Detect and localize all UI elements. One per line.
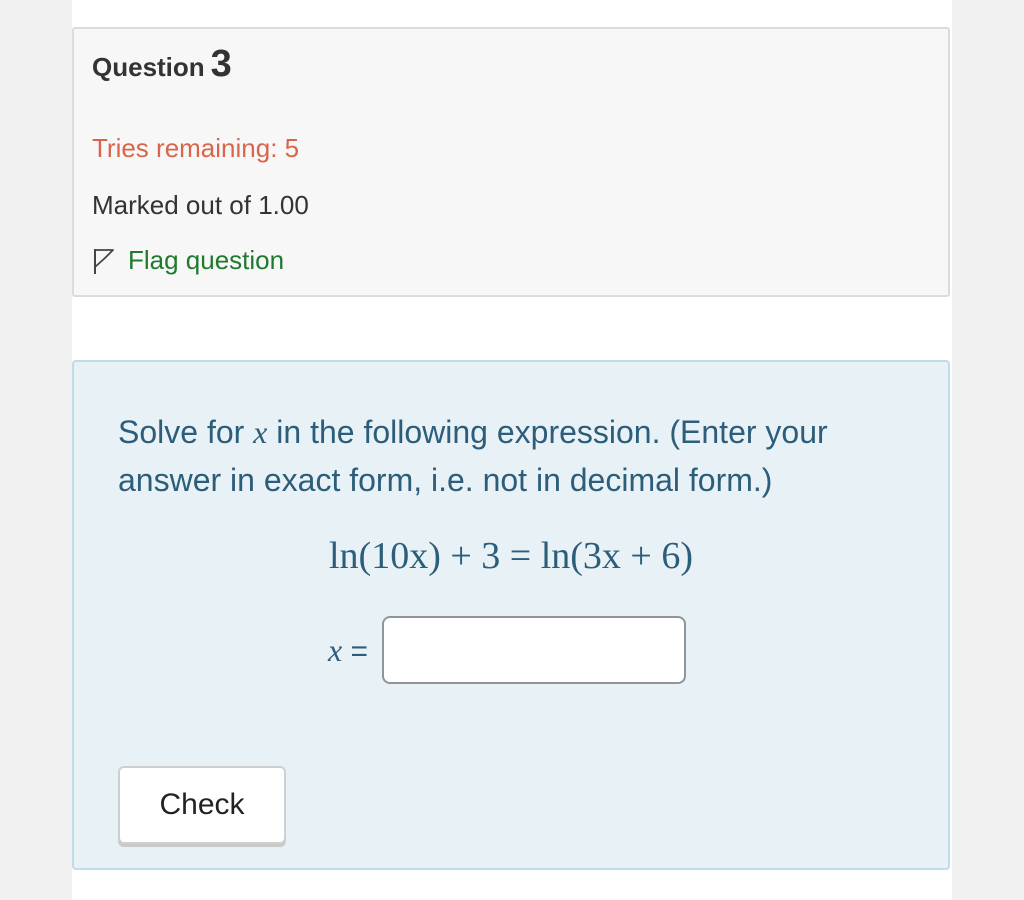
question-word: Question bbox=[92, 52, 205, 82]
answer-row: x = bbox=[328, 616, 687, 684]
question-info-panel: Question 3 Tries remaining: 5 Marked out … bbox=[72, 27, 950, 297]
answer-equals: = bbox=[350, 634, 369, 668]
question-number-heading: Question 3 bbox=[92, 43, 232, 86]
answer-input[interactable] bbox=[382, 616, 687, 684]
tries-remaining: Tries remaining: 5 bbox=[92, 133, 300, 163]
marked-out-of: Marked out of 1.00 bbox=[92, 190, 309, 220]
question-number: 3 bbox=[210, 43, 232, 85]
flag-question-link[interactable]: Flag question bbox=[92, 245, 284, 276]
question-text-panel: Solve for x in the following expression.… bbox=[72, 360, 950, 870]
flag-question-label: Flag question bbox=[128, 245, 285, 275]
prompt-variable: x bbox=[253, 414, 268, 450]
answer-variable: x bbox=[328, 631, 343, 668]
question-prompt: Solve for x in the following expression.… bbox=[118, 408, 918, 504]
flag-icon bbox=[94, 248, 114, 274]
check-button[interactable]: Check bbox=[118, 766, 286, 844]
equation: ln(10x) + 3 = ln(3x + 6) bbox=[328, 535, 694, 577]
answer-label: x = bbox=[328, 632, 368, 669]
prompt-text-start: Solve for bbox=[118, 414, 254, 450]
